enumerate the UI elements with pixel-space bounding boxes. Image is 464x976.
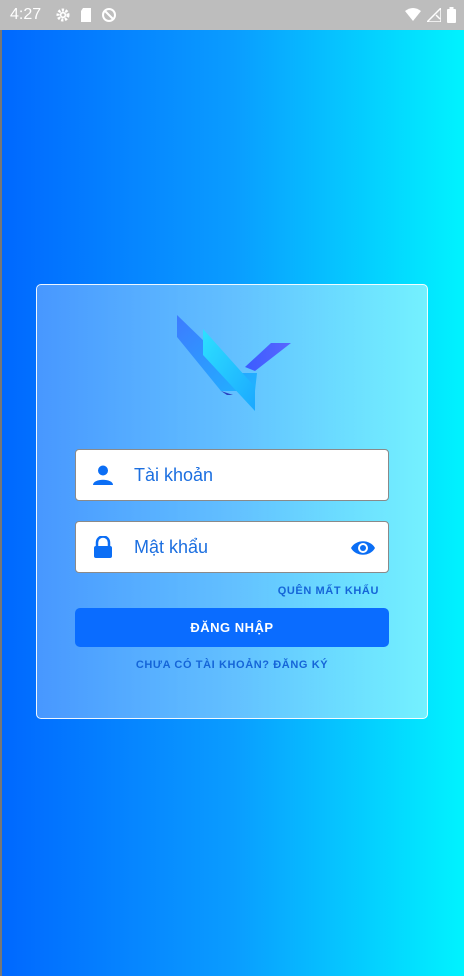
user-icon bbox=[93, 465, 113, 485]
lock-icon bbox=[94, 536, 112, 558]
login-card: Tài khoản Mật khẩu QUÊN MẤT KHẨU ĐĂNG NH… bbox=[36, 284, 428, 719]
screen: 4:27 Tài khoản Mật khẩu QUÊN MẤT KHẨU ĐĂ… bbox=[0, 0, 464, 976]
login-button[interactable]: ĐĂNG NHẬP bbox=[75, 608, 389, 647]
sd-card-icon bbox=[81, 8, 91, 22]
eye-icon[interactable] bbox=[350, 537, 376, 559]
do-not-disturb-icon bbox=[102, 8, 116, 22]
status-icons-left bbox=[55, 7, 117, 23]
username-placeholder: Tài khoản bbox=[134, 465, 214, 485]
password-placeholder: Mật khẩu bbox=[134, 537, 209, 557]
password-field[interactable]: Mật khẩu bbox=[75, 521, 389, 573]
register-link[interactable]: CHƯA CÓ TÀI KHOẢN? ĐĂNG KÝ bbox=[37, 659, 427, 671]
signal-icon bbox=[427, 8, 441, 22]
username-field[interactable]: Tài khoản bbox=[75, 449, 389, 501]
app-logo bbox=[177, 315, 291, 411]
wifi-icon bbox=[405, 8, 421, 21]
status-bar: 4:27 bbox=[0, 0, 464, 30]
app-background: Tài khoản Mật khẩu QUÊN MẤT KHẨU ĐĂNG NH… bbox=[2, 30, 464, 976]
forgot-password-link[interactable]: QUÊN MẤT KHẨU bbox=[278, 585, 379, 597]
status-time: 4:27 bbox=[10, 6, 42, 23]
status-icons-right bbox=[405, 7, 456, 23]
battery-icon bbox=[447, 7, 456, 23]
gear-icon bbox=[56, 8, 70, 22]
